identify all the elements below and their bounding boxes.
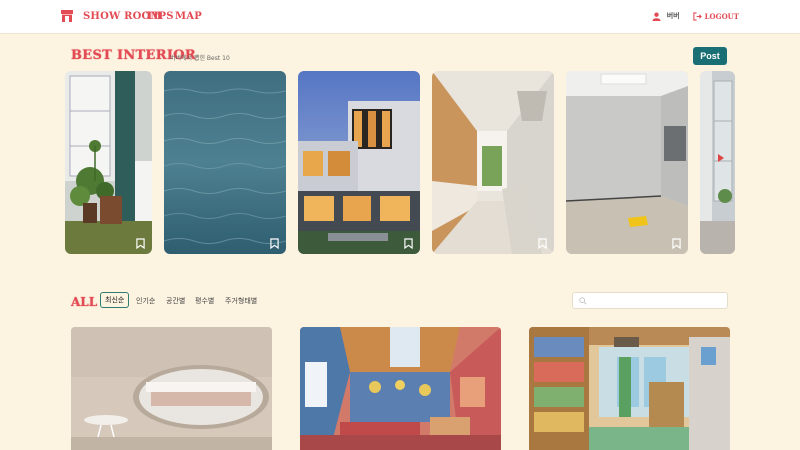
nav-map[interactable]: MAP [175, 11, 202, 22]
post-card-1[interactable] [71, 327, 272, 450]
card-image [298, 71, 420, 254]
search-icon [579, 297, 587, 305]
post-card-2[interactable] [300, 327, 501, 450]
best-card-2[interactable] [164, 71, 286, 254]
search-input[interactable] [572, 292, 728, 309]
bookmark-icon[interactable] [136, 238, 145, 249]
post-image [71, 327, 272, 450]
card-image [566, 71, 688, 254]
logout-icon[interactable] [692, 11, 702, 21]
nav-tips[interactable]: TIPS [146, 11, 174, 22]
tab-by-space[interactable]: 공간별 [166, 294, 185, 308]
bookmark-icon[interactable] [538, 238, 547, 249]
post-image [529, 327, 730, 450]
bookmark-icon[interactable] [404, 238, 413, 249]
best-card-6[interactable] [700, 71, 735, 254]
tab-popular[interactable]: 인기순 [136, 294, 155, 308]
card-image [65, 71, 152, 254]
top-header: SHOW ROOM TIPS MAP 버버 LOGOUT [0, 0, 800, 34]
card-image [164, 71, 286, 254]
post-card-3[interactable] [529, 327, 730, 450]
user-area: 버버 LOGOUT [652, 11, 739, 21]
best-card-1[interactable] [65, 71, 152, 254]
tab-latest[interactable]: 최신순 [100, 292, 130, 308]
post-image [300, 327, 501, 450]
user-name[interactable]: 버버 [667, 11, 680, 21]
user-icon[interactable] [652, 12, 661, 21]
best-card-4[interactable] [432, 71, 554, 254]
logout-link[interactable]: LOGOUT [705, 12, 739, 21]
best-interior-subtitle: 버버에서 뽑힌 Best 10 [170, 55, 230, 62]
card-image [700, 71, 735, 254]
home-logo-icon[interactable] [61, 10, 73, 22]
best-card-3[interactable] [298, 71, 420, 254]
bookmark-icon[interactable] [270, 238, 279, 249]
bookmark-icon[interactable] [672, 238, 681, 249]
tab-by-size[interactable]: 평수별 [195, 294, 214, 308]
post-button[interactable]: Post [693, 47, 727, 65]
best-card-5[interactable] [566, 71, 688, 254]
tab-by-housing-type[interactable]: 주거형태별 [225, 294, 257, 308]
card-image [432, 71, 554, 254]
all-section-title: ALL [71, 295, 98, 309]
